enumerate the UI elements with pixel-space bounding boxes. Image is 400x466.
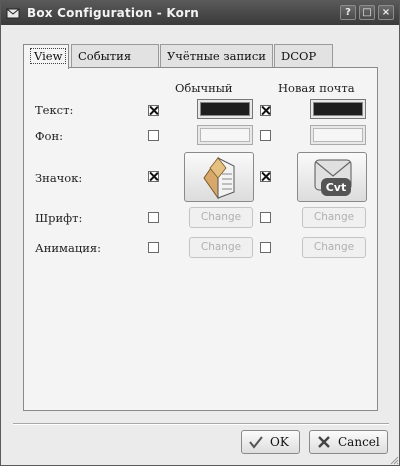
cancel-button[interactable]: Cancel xyxy=(309,430,388,454)
cvt-icon-text: Cvt xyxy=(326,181,347,194)
window-title: Box Configuration - Korn xyxy=(27,6,199,20)
title-bar[interactable]: Box Configuration - Korn ? □ × xyxy=(1,1,399,25)
font-new-change-button[interactable]: Change xyxy=(302,207,366,228)
dialog-window: Box Configuration - Korn ? □ × View Собы… xyxy=(0,0,400,466)
text-row-label: Текст: xyxy=(35,103,74,117)
icon-new-checkbox[interactable] xyxy=(260,171,271,182)
normal-column-header: Обычный xyxy=(175,81,233,95)
app-icon xyxy=(6,8,20,19)
background-normal-color-button[interactable] xyxy=(197,125,253,145)
tab-view-label: View xyxy=(30,48,67,64)
new-mail-column-header: Новая почта xyxy=(278,81,355,95)
ok-button[interactable]: OK xyxy=(241,430,300,454)
icon-new-button[interactable]: Cvt xyxy=(297,152,367,202)
tab-dcop[interactable]: DCOP xyxy=(274,44,333,68)
animation-row-label: Анимация: xyxy=(35,241,102,255)
help-button[interactable]: ? xyxy=(340,5,356,20)
animation-new-change-button[interactable]: Change xyxy=(302,237,366,258)
background-row-label: Фон: xyxy=(35,129,64,143)
text-normal-checkbox[interactable] xyxy=(148,105,159,116)
text-new-color-swatch xyxy=(313,102,363,116)
maximize-button[interactable]: □ xyxy=(359,5,375,20)
background-new-color-swatch xyxy=(313,128,363,142)
background-normal-color-swatch xyxy=(200,128,250,142)
tab-accounts[interactable]: Учётные записи xyxy=(160,44,273,68)
icon-row-label: Значок: xyxy=(35,171,83,185)
cancel-x-icon xyxy=(318,436,330,448)
icon-normal-button[interactable] xyxy=(184,152,254,202)
animation-normal-checkbox[interactable] xyxy=(148,242,159,253)
close-button[interactable]: × xyxy=(378,5,394,20)
background-normal-checkbox[interactable] xyxy=(148,130,159,141)
tab-view[interactable]: View xyxy=(23,44,69,69)
text-normal-color-swatch xyxy=(200,102,250,116)
resize-grip-icon[interactable] xyxy=(389,455,399,465)
text-normal-color-button[interactable] xyxy=(197,99,253,119)
button-separator xyxy=(13,423,389,425)
font-new-checkbox[interactable] xyxy=(260,212,271,223)
animation-new-checkbox[interactable] xyxy=(260,242,271,253)
font-normal-change-button[interactable]: Change xyxy=(189,207,253,228)
icon-normal-checkbox[interactable] xyxy=(148,171,159,182)
cancel-button-label: Cancel xyxy=(338,435,380,449)
mail-arrow-icon xyxy=(203,156,235,200)
font-normal-checkbox[interactable] xyxy=(148,212,159,223)
background-new-color-button[interactable] xyxy=(310,125,366,145)
background-new-checkbox[interactable] xyxy=(260,130,271,141)
font-row-label: Шрифт: xyxy=(35,211,83,225)
text-new-color-button[interactable] xyxy=(310,99,366,119)
animation-normal-change-button[interactable]: Change xyxy=(189,237,253,258)
checkmark-icon xyxy=(249,436,263,449)
tab-events[interactable]: События xyxy=(71,44,159,68)
mail-cvt-icon: Cvt xyxy=(314,159,352,196)
text-new-checkbox[interactable] xyxy=(260,105,271,116)
ok-button-label: OK xyxy=(270,435,289,449)
